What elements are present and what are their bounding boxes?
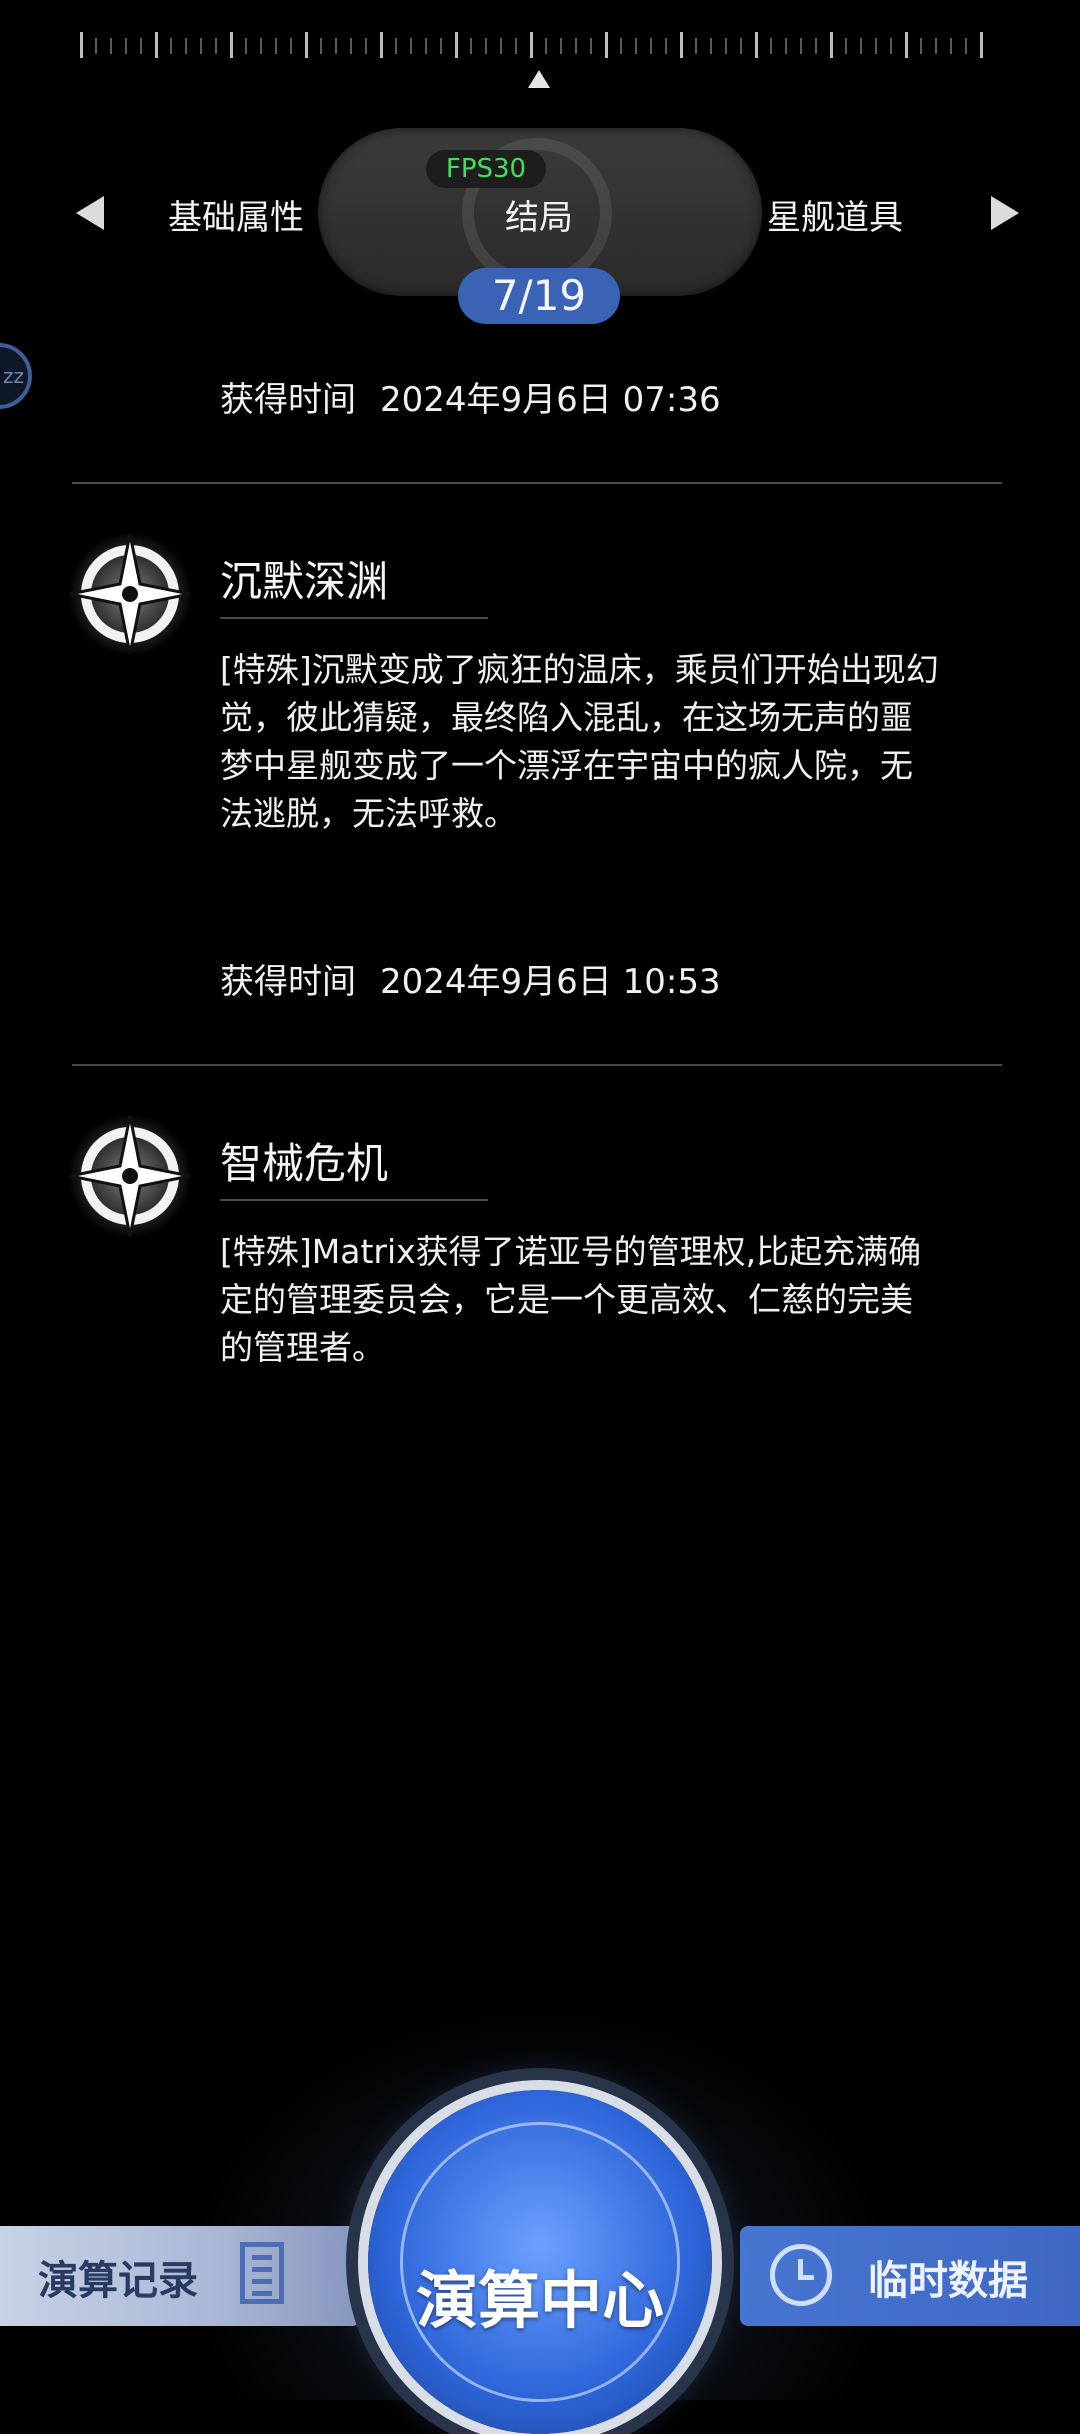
ruler-tick xyxy=(410,38,412,54)
ruler-tick xyxy=(770,38,772,54)
ruler-tick xyxy=(155,32,158,58)
ruler-tick xyxy=(425,38,427,54)
ruler-tick xyxy=(830,32,833,58)
ruler-tick xyxy=(560,38,562,54)
ruler-tick xyxy=(320,38,322,54)
ruler-tick xyxy=(185,38,187,54)
ruler-tick xyxy=(290,38,292,54)
ending-title: 沉默深渊 xyxy=(220,557,389,606)
ruler-tick xyxy=(875,38,877,54)
ruler-tick xyxy=(515,38,517,54)
ruler-tick xyxy=(470,38,472,54)
ruler-tick xyxy=(785,38,787,54)
ruler-tick xyxy=(620,38,622,54)
ruler-tick xyxy=(365,38,367,54)
ruler-tick xyxy=(500,38,502,54)
ruler-tick xyxy=(110,38,112,54)
ruler-tick xyxy=(440,38,442,54)
ruler-tick xyxy=(800,38,802,54)
ruler-tick xyxy=(80,32,83,58)
title-underline xyxy=(220,1199,488,1201)
ruler-tick xyxy=(485,38,487,54)
ruler-tick xyxy=(965,38,967,54)
ruler-tick xyxy=(230,32,233,58)
simulation-center-label: 演算中心 xyxy=(415,2264,664,2337)
ruler-tick xyxy=(575,38,577,54)
prev-tab-arrow-icon[interactable] xyxy=(76,196,104,230)
ruler-tick xyxy=(530,32,533,58)
simulation-records-label: 演算记录 xyxy=(38,2258,198,2304)
ending-description: [特殊]沉默变成了疯狂的温床，乘员们开始出现幻觉，彼此猜疑，最终陷入混乱，在这场… xyxy=(220,650,939,833)
obtain-time-label: 获得时间 xyxy=(220,380,356,420)
tab-endings[interactable]: 结局 xyxy=(505,190,573,239)
title-underline xyxy=(220,617,488,619)
ending-title: 智械危机 xyxy=(220,1139,389,1188)
ruler-tick xyxy=(275,38,277,54)
ruler-tick xyxy=(725,38,727,54)
ruler-tick xyxy=(935,38,937,54)
ruler-tick xyxy=(695,38,697,54)
tab-basic-attributes[interactable]: 基础属性 xyxy=(168,190,304,239)
ruler-tick xyxy=(305,32,308,58)
temporary-data-label: 临时数据 xyxy=(868,2258,1028,2304)
ruler-tick xyxy=(845,38,847,54)
entry-divider xyxy=(72,1064,1002,1066)
list-icon xyxy=(240,2242,284,2304)
floating-side-button[interactable]: zz xyxy=(0,343,32,409)
ruler-tick xyxy=(755,32,758,58)
ruler-tick xyxy=(140,38,142,54)
ruler-tick xyxy=(710,38,712,54)
obtain-time-value: 2024年9月6日 10:53 xyxy=(380,962,721,1002)
ruler-tick xyxy=(980,32,983,58)
ruler-tick xyxy=(650,38,652,54)
ruler-tick xyxy=(545,38,547,54)
ruler-tick xyxy=(200,38,202,54)
ruler-tick xyxy=(860,38,862,54)
ruler-tick xyxy=(215,38,217,54)
tab-scroll-ruler xyxy=(80,30,1000,60)
page-counter: 7/19 xyxy=(458,268,620,324)
compass-star-icon xyxy=(68,1114,192,1238)
ruler-tick xyxy=(605,32,608,58)
next-tab-arrow-icon[interactable] xyxy=(991,196,1019,230)
ruler-pointer-icon xyxy=(528,70,550,88)
ruler-tick xyxy=(335,38,337,54)
entry-divider xyxy=(72,482,1002,484)
clock-icon xyxy=(770,2244,832,2306)
ruler-tick xyxy=(890,38,892,54)
ruler-tick xyxy=(455,32,458,58)
ruler-tick xyxy=(740,38,742,54)
fps-badge: FPS30 xyxy=(426,150,546,188)
ruler-tick xyxy=(395,38,397,54)
ruler-tick xyxy=(380,32,383,58)
obtain-time-row: 获得时间 2024年9月6日 07:36 xyxy=(220,372,721,421)
ruler-tick xyxy=(125,38,127,54)
obtain-time-label: 获得时间 xyxy=(220,962,356,1002)
tab-starship-items[interactable]: 星舰道具 xyxy=(767,190,903,239)
ruler-tick xyxy=(590,38,592,54)
obtain-time-value: 2024年9月6日 07:36 xyxy=(380,380,721,420)
ruler-tick xyxy=(350,38,352,54)
ruler-tick xyxy=(950,38,952,54)
obtain-time-row: 获得时间 2024年9月6日 10:53 xyxy=(220,954,721,1003)
ruler-tick xyxy=(245,38,247,54)
ruler-tick xyxy=(95,38,97,54)
ruler-tick xyxy=(260,38,262,54)
ruler-tick xyxy=(635,38,637,54)
ruler-tick xyxy=(920,38,922,54)
ruler-tick xyxy=(680,32,683,58)
ruler-tick xyxy=(815,38,817,54)
ruler-tick xyxy=(665,38,667,54)
ruler-tick xyxy=(170,38,172,54)
compass-star-icon xyxy=(68,532,192,656)
ruler-tick xyxy=(905,32,908,58)
ending-description: [特殊]Matrix获得了诺亚号的管理权,比起充满确定的管理委员会，它是一个更高… xyxy=(220,1232,922,1367)
